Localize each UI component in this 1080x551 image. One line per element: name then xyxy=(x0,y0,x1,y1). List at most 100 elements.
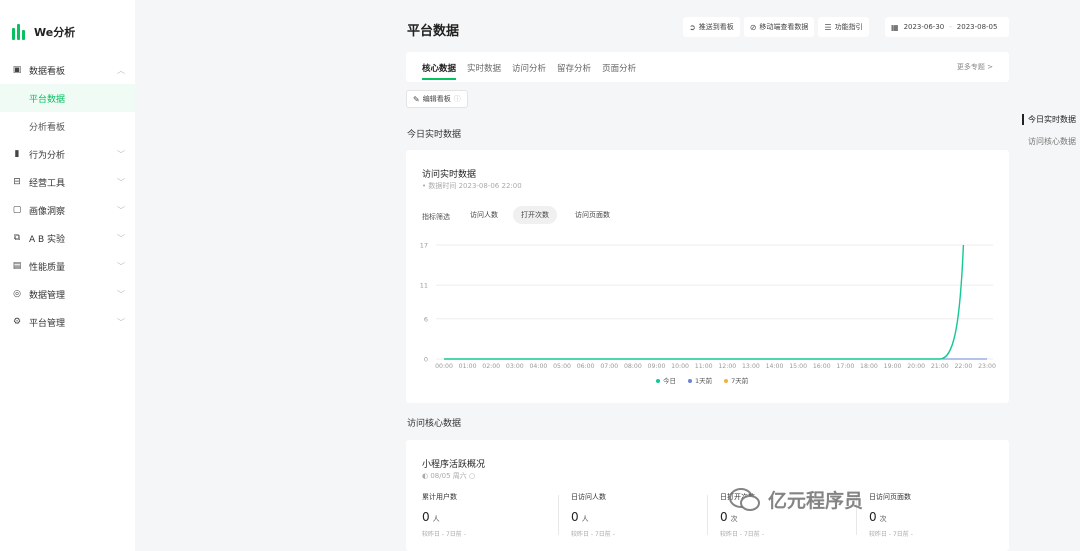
chevron-down-icon: ﹀ xyxy=(117,177,125,187)
x-tick-label: 16:00 xyxy=(813,363,831,370)
tab-core-data[interactable]: 核心数据 xyxy=(422,62,456,74)
sidebar-item-ab-test[interactable]: ⧉ A B 实验 ﹀ xyxy=(0,224,135,252)
legend-item-today[interactable]: 今日 xyxy=(656,375,676,385)
x-tick-label: 04:00 xyxy=(530,363,548,370)
button-label: 功能指引 xyxy=(834,23,863,31)
realtime-card: 访问实时数据 • 数据时间 2023-08-06 22:00 指标筛选 访问人数… xyxy=(406,150,1009,403)
sidebar-item-portrait[interactable]: ▢ 画像洞察 ﹀ xyxy=(0,196,135,224)
anchor-core[interactable]: 访问核心数据 xyxy=(1022,136,1076,147)
metric-total-users: 累计用户数 0人 较昨日 - 7日前 - xyxy=(422,492,562,538)
metric-value-row: 0人 xyxy=(571,510,711,524)
metric-unit: 人 xyxy=(432,515,440,523)
push-to-board-button[interactable]: ➲ 推送到看板 xyxy=(683,17,740,37)
series-line-today xyxy=(444,244,965,360)
sidebar-item-label: A B 实验 xyxy=(29,234,66,245)
tab-page-analysis[interactable]: 页面分析 xyxy=(602,62,636,74)
sidebar-nav: ▣ 数据看板 ︿ 平台数据 分析看板 ▮ 行为分析 ﹀ ⊟ 经营工具 ﹀ ▢ 画… xyxy=(0,56,135,336)
legend-label: 1天前 xyxy=(695,377,713,385)
tab-retention-analysis[interactable]: 留存分析 xyxy=(557,62,591,74)
feature-guide-button[interactable]: ☰ 功能指引 xyxy=(818,17,869,37)
x-tick-label: 14:00 xyxy=(766,363,784,370)
metric-value: 0 xyxy=(869,510,877,524)
sidebar: We分析 ▣ 数据看板 ︿ 平台数据 分析看板 ▮ 行为分析 ﹀ ⊟ 经营工具 … xyxy=(0,0,135,551)
tabs-bar: 核心数据 实时数据 访问分析 留存分析 页面分析 更多专题 > xyxy=(406,52,1009,82)
button-label: 移动端查看数据 xyxy=(759,23,809,31)
help-icon: ⓘ xyxy=(453,95,461,103)
edit-icon: ✎ xyxy=(413,94,420,104)
metric-value-row: 0次 xyxy=(869,510,1009,524)
info-icon: ○ xyxy=(468,472,476,480)
realtime-line-chart: 0 6 11 17 00:00 01:00 02:00 03:00 04:00 05:00 06:0… xyxy=(420,242,996,371)
chevron-down-icon: ﹀ xyxy=(117,233,125,243)
sidebar-subitem-analysis-board[interactable]: 分析看板 xyxy=(0,112,135,140)
brand[interactable]: We分析 xyxy=(12,24,75,40)
metric-compare: 较昨日 - 7日前 - xyxy=(571,531,615,538)
y-tick-label: 11 xyxy=(420,282,428,290)
date-range-picker[interactable]: ▦ 2023-06-30 - 2023-08-05 xyxy=(885,17,1009,37)
monitor-icon: ▤ xyxy=(12,261,22,271)
metric-daily-visitors: 日访问人数 0人 较昨日 - 7日前 - xyxy=(571,492,711,538)
metric-unit: 次 xyxy=(730,515,738,523)
active-tab-indicator xyxy=(422,78,456,80)
ab-test-icon: ⧉ xyxy=(13,233,21,243)
sidebar-item-label: 数据看板 xyxy=(29,66,66,77)
metric-value: 0 xyxy=(571,510,579,524)
sidebar-item-data-manage[interactable]: ◎ 数据管理 ﹀ xyxy=(0,280,135,308)
sidebar-subitem-platform-data[interactable]: 平台数据 xyxy=(0,84,135,112)
metric-compare: 较昨日 - 7日前 - xyxy=(720,531,764,538)
chart-legend: 今日 1天前 7天前 xyxy=(656,375,748,385)
sidebar-item-performance[interactable]: ▤ 性能质量 ﹀ xyxy=(0,252,135,280)
x-tick-label: 22:00 xyxy=(954,363,972,370)
bar-chart-icon: ▮ xyxy=(14,149,20,159)
sidebar-item-platform-manage[interactable]: ⚙ 平台管理 ﹀ xyxy=(0,308,135,336)
sidebar-item-tools[interactable]: ⊟ 经营工具 ﹀ xyxy=(0,168,135,196)
metric-compare: 较昨日 - 7日前 - xyxy=(869,531,913,538)
x-tick-label: 12:00 xyxy=(718,363,736,370)
sidebar-item-behavior[interactable]: ▮ 行为分析 ﹀ xyxy=(0,140,135,168)
x-tick-label: 20:00 xyxy=(907,363,925,370)
sidebar-subitem-label: 平台数据 xyxy=(29,94,66,105)
more-topics-link[interactable]: 更多专题 > xyxy=(957,62,993,72)
metric-value: 0 xyxy=(720,510,728,524)
metric-compare: 较昨日 - 7日前 - xyxy=(422,531,466,538)
header-toolbar: ➲ 推送到看板 ⊘ 移动端查看数据 ☰ 功能指引 xyxy=(683,17,869,37)
app-logo-icon xyxy=(12,24,28,40)
main-content: 平台数据 ➲ 推送到看板 ⊘ 移动端查看数据 ☰ 功能指引 ▦ 2023-06-… xyxy=(135,0,1080,551)
watermark-text: 亿元程序员 xyxy=(768,490,864,512)
legend-item-7day[interactable]: 7天前 xyxy=(724,375,748,385)
date-separator: - xyxy=(949,23,952,31)
x-tick-label: 23:00 xyxy=(978,363,996,370)
chevron-up-icon: ︿ xyxy=(117,65,125,75)
chevron-down-icon: ﹀ xyxy=(117,289,125,299)
x-tick-label: 18:00 xyxy=(860,363,878,370)
x-tick-label: 10:00 xyxy=(671,363,689,370)
x-tick-label: 19:00 xyxy=(884,363,902,370)
metric-label: 日访问页面数 xyxy=(869,493,911,501)
page-title: 平台数据 xyxy=(407,24,460,39)
metric-value: 0 xyxy=(422,510,430,524)
section-title-core: 访问核心数据 xyxy=(407,419,462,429)
date-end: 2023-08-05 xyxy=(956,23,998,31)
sidebar-item-label: 行为分析 xyxy=(29,150,66,161)
metric-unit: 次 xyxy=(879,515,887,523)
sidebar-item-dashboard[interactable]: ▣ 数据看板 ︿ xyxy=(0,56,135,84)
x-tick-label: 08:00 xyxy=(624,363,642,370)
metric-daily-pageviews: 日访问页面数 0次 较昨日 - 7日前 - xyxy=(869,492,1009,538)
metric-divider xyxy=(707,495,708,535)
legend-item-1day[interactable]: 1天前 xyxy=(688,375,712,385)
sidebar-item-label: 性能质量 xyxy=(29,262,66,273)
metric-label: 日访问人数 xyxy=(571,493,606,501)
sidebar-item-label: 画像洞察 xyxy=(29,206,66,217)
wechat-icon xyxy=(729,487,760,511)
tab-realtime-data[interactable]: 实时数据 xyxy=(467,62,501,74)
calendar-icon: ◐ xyxy=(422,472,429,480)
anchor-realtime[interactable]: 今日实时数据 xyxy=(1022,114,1076,125)
x-tick-label: 03:00 xyxy=(506,363,524,370)
section-title-realtime: 今日实时数据 xyxy=(407,130,462,140)
tab-visit-analysis[interactable]: 访问分析 xyxy=(512,62,546,74)
mobile-view-button[interactable]: ⊘ 移动端查看数据 xyxy=(743,17,815,37)
edit-board-button[interactable]: ✎ 编辑看板 ⓘ xyxy=(406,90,468,108)
metric-unit: 人 xyxy=(581,515,589,523)
y-tick-label: 17 xyxy=(420,242,428,250)
mobile-icon: ⊘ xyxy=(749,22,757,32)
